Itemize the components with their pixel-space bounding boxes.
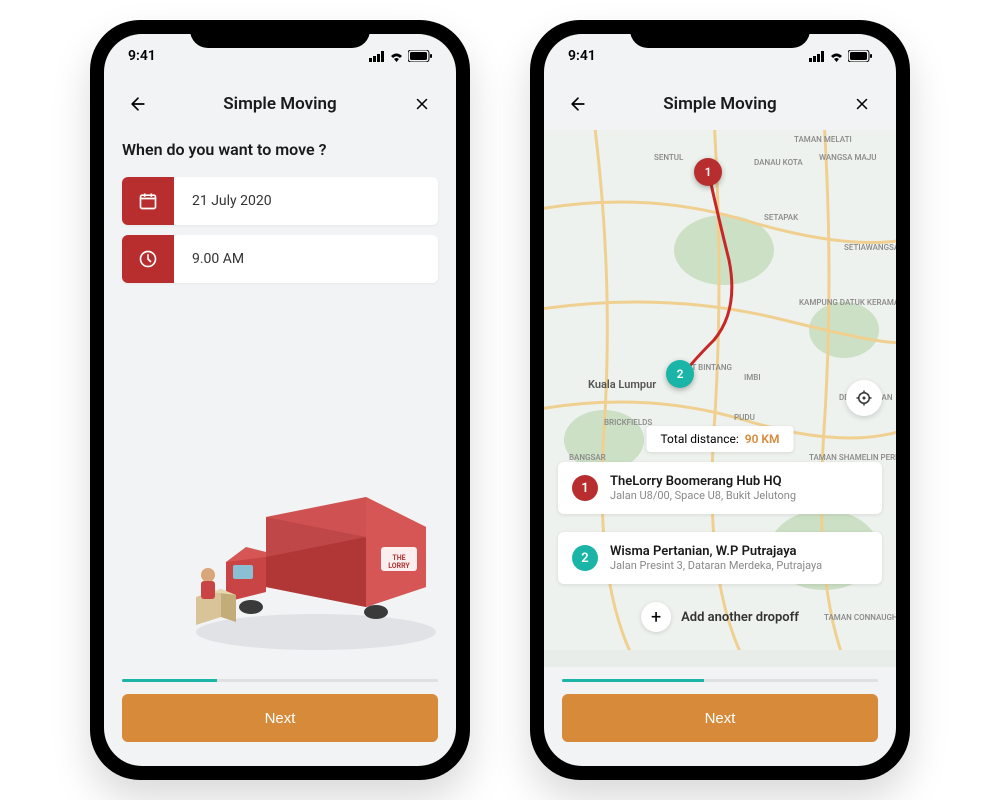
stop-subtitle-1: Jalan U8/00, Space U8, Bukit Jelutong: [610, 489, 868, 502]
move-question: When do you want to move ?: [122, 140, 438, 159]
svg-text:TAMAN MELATI: TAMAN MELATI: [794, 135, 852, 144]
city-label: Kuala Lumpur: [588, 378, 656, 391]
phone-mockup-2: 9:41 Simple Moving: [530, 20, 910, 780]
add-dropoff-label: Add another dropoff: [681, 610, 799, 625]
stop-card-2[interactable]: 2 Wisma Pertanian, W.P Putrajaya Jalan P…: [558, 532, 882, 584]
status-icons: [809, 50, 872, 62]
stop-card-1[interactable]: 1 TheLorry Boomerang Hub HQ Jalan U8/00,…: [558, 462, 882, 514]
bottom-area: Next: [104, 667, 456, 766]
header-title: Simple Moving: [223, 94, 336, 114]
svg-text:BANGSAR: BANGSAR: [569, 453, 606, 462]
screen-2: 9:41 Simple Moving: [544, 34, 896, 766]
back-button[interactable]: [124, 90, 152, 118]
date-input[interactable]: 21 July 2020: [122, 177, 438, 225]
map-pin-1[interactable]: 1: [694, 158, 722, 186]
stop-title-1: TheLorry Boomerang Hub HQ: [610, 474, 868, 489]
map-pin-2[interactable]: 2: [666, 360, 694, 388]
distance-badge: Total distance: 90 KM: [646, 426, 793, 452]
progress-bar: [562, 679, 878, 682]
close-icon: [853, 95, 871, 113]
wifi-icon: [829, 51, 844, 62]
distance-value: 90 KM: [745, 432, 780, 446]
wifi-icon: [389, 51, 404, 62]
status-time: 9:41: [568, 48, 596, 64]
route-line: [634, 160, 814, 390]
distance-label: Total distance:: [660, 432, 738, 446]
notch: [190, 20, 370, 48]
stop-title-2: Wisma Pertanian, W.P Putrajaya: [610, 544, 868, 559]
arrow-left-icon: [128, 94, 148, 114]
calendar-icon: [122, 177, 174, 225]
svg-text:BRICKFIELDS: BRICKFIELDS: [604, 418, 652, 427]
stop-number-1: 1: [572, 475, 598, 501]
status-icons: [369, 50, 432, 62]
svg-text:WANGSA MAJU: WANGSA MAJU: [819, 153, 877, 162]
battery-icon: [408, 50, 432, 62]
crosshair-icon: [855, 389, 873, 407]
content-area: When do you want to move ? 21 July 2020 …: [104, 130, 456, 667]
add-dropoff[interactable]: + Add another dropoff: [641, 602, 799, 632]
truck-illustration: THE LORRY: [166, 457, 446, 657]
close-button[interactable]: [408, 90, 436, 118]
locate-button[interactable]: [846, 380, 882, 416]
close-button[interactable]: [848, 90, 876, 118]
signal-icon: [809, 51, 825, 62]
bottom-area: Next: [544, 667, 896, 766]
clock-icon: [122, 235, 174, 283]
notch: [630, 20, 810, 48]
date-value: 21 July 2020: [174, 177, 438, 225]
close-icon: [413, 95, 431, 113]
svg-text:TAMAN CONNAUGHT: TAMAN CONNAUGHT: [824, 613, 896, 622]
back-button[interactable]: [564, 90, 592, 118]
time-value: 9.00 AM: [174, 235, 438, 283]
header: Simple Moving: [104, 78, 456, 130]
progress-bar: [122, 679, 438, 682]
time-input[interactable]: 9.00 AM: [122, 235, 438, 283]
next-button[interactable]: Next: [122, 694, 438, 742]
map-area[interactable]: SENTUL DANAU KOTA WANGSA MAJU SETAPAK KA…: [544, 130, 896, 667]
svg-text:SETIAWANGSA: SETIAWANGSA: [844, 243, 896, 252]
svg-text:LORRY: LORRY: [388, 562, 410, 570]
screen-1: 9:41 Simple Moving When do you want to m…: [104, 34, 456, 766]
svg-text:TAMAN SHAMELIN PERKASA: TAMAN SHAMELIN PERKASA: [809, 453, 896, 462]
plus-icon: +: [641, 602, 671, 632]
status-time: 9:41: [128, 48, 156, 64]
stop-number-2: 2: [572, 545, 598, 571]
phone-mockup-1: 9:41 Simple Moving When do you want to m…: [90, 20, 470, 780]
svg-text:PUDU: PUDU: [734, 413, 755, 422]
svg-text:THE: THE: [392, 554, 405, 562]
arrow-left-icon: [568, 94, 588, 114]
header-title: Simple Moving: [663, 94, 776, 114]
stop-subtitle-2: Jalan Presint 3, Dataran Merdeka, Putraj…: [610, 559, 868, 572]
header: Simple Moving: [544, 78, 896, 130]
battery-icon: [848, 50, 872, 62]
signal-icon: [369, 51, 385, 62]
next-button[interactable]: Next: [562, 694, 878, 742]
